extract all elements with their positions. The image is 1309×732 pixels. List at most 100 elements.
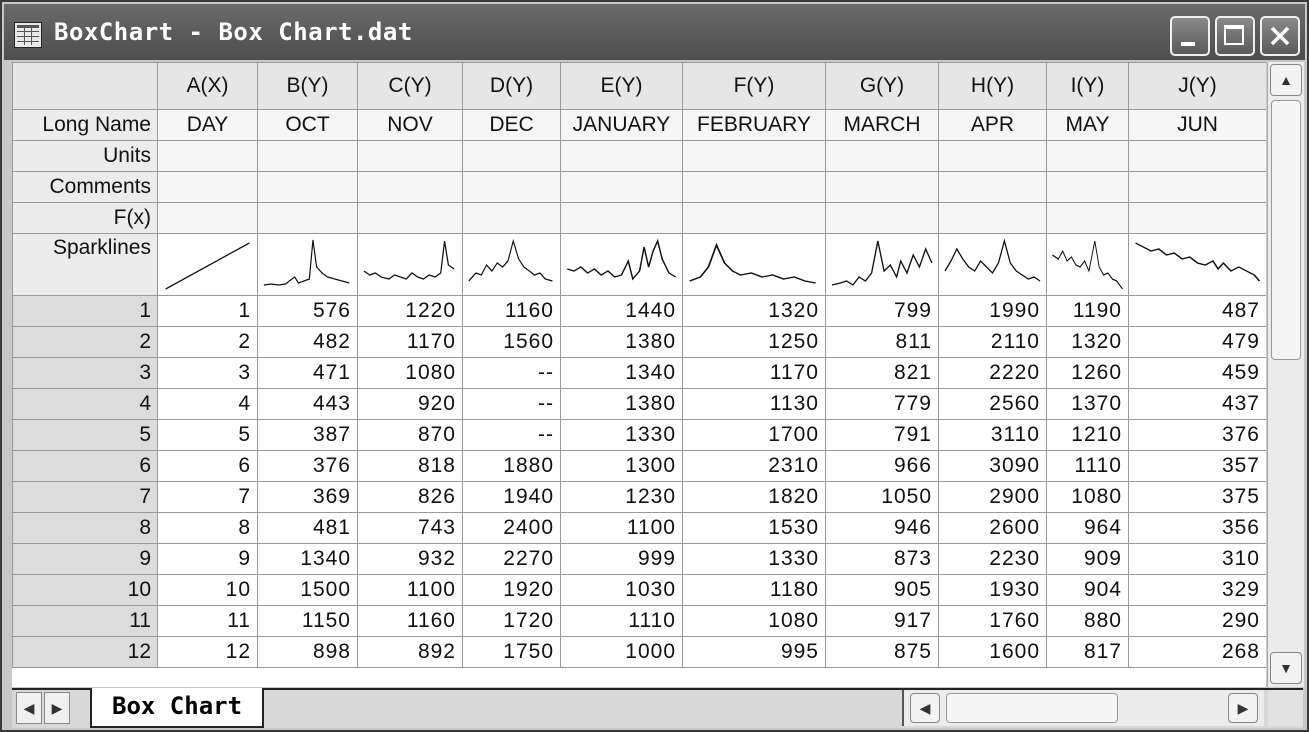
table-cell[interactable]: 2110	[938, 326, 1047, 358]
table-cell[interactable]: 2	[157, 326, 258, 358]
table-cell[interactable]: 904	[1046, 574, 1129, 606]
table-cell[interactable]: 1170	[682, 357, 826, 389]
units-cell[interactable]	[825, 140, 939, 172]
table-cell[interactable]: 1340	[560, 357, 683, 389]
row-header[interactable]: 8	[12, 512, 158, 544]
column-header[interactable]: A(X)	[157, 62, 258, 110]
table-cell[interactable]: 329	[1128, 574, 1266, 606]
table-cell[interactable]: 1370	[1046, 388, 1129, 420]
table-cell[interactable]: 946	[825, 512, 939, 544]
table-cell[interactable]: 437	[1128, 388, 1266, 420]
table-cell[interactable]: 1110	[1046, 450, 1129, 482]
table-cell[interactable]: 1210	[1046, 419, 1129, 451]
table-cell[interactable]: 11	[157, 605, 258, 637]
fx-cell[interactable]	[560, 202, 683, 234]
table-cell[interactable]: 1820	[682, 481, 826, 513]
table-cell[interactable]: 10	[157, 574, 258, 606]
column-header[interactable]: E(Y)	[560, 62, 683, 110]
column-header[interactable]: B(Y)	[257, 62, 358, 110]
table-cell[interactable]: 743	[357, 512, 463, 544]
table-cell[interactable]: 1440	[560, 295, 683, 327]
table-cell[interactable]: 1130	[682, 388, 826, 420]
fx-cell[interactable]	[257, 202, 358, 234]
scroll-left-button[interactable]: ◀	[910, 693, 940, 723]
table-cell[interactable]: 1600	[938, 636, 1047, 668]
table-cell[interactable]: 1940	[462, 481, 561, 513]
comments-cell[interactable]	[560, 171, 683, 203]
table-cell[interactable]: 1760	[938, 605, 1047, 637]
fx-label[interactable]: F(x)	[12, 202, 158, 234]
table-cell[interactable]: 1170	[357, 326, 463, 358]
comments-cell[interactable]	[257, 171, 358, 203]
table-cell[interactable]: 818	[357, 450, 463, 482]
table-cell[interactable]: 356	[1128, 512, 1266, 544]
fx-cell[interactable]	[357, 202, 463, 234]
table-cell[interactable]: 875	[825, 636, 939, 668]
sparkline-cell[interactable]	[157, 233, 258, 296]
table-cell[interactable]: 443	[257, 388, 358, 420]
long-name-cell[interactable]: DAY	[157, 109, 258, 141]
table-cell[interactable]: 920	[357, 388, 463, 420]
table-cell[interactable]: 1190	[1046, 295, 1129, 327]
table-cell[interactable]: 1220	[357, 295, 463, 327]
table-cell[interactable]: 1250	[682, 326, 826, 358]
horizontal-scroll-thumb[interactable]	[946, 693, 1118, 723]
table-cell[interactable]: 2220	[938, 357, 1047, 389]
sparklines-label[interactable]: Sparklines	[12, 233, 158, 296]
table-cell[interactable]: 905	[825, 574, 939, 606]
table-cell[interactable]: 1990	[938, 295, 1047, 327]
column-header[interactable]: H(Y)	[938, 62, 1047, 110]
fx-cell[interactable]	[462, 202, 561, 234]
sparkline-cell[interactable]	[560, 233, 683, 296]
column-header[interactable]: J(Y)	[1128, 62, 1266, 110]
column-header[interactable]: I(Y)	[1046, 62, 1129, 110]
table-cell[interactable]: 1750	[462, 636, 561, 668]
table-cell[interactable]: 2400	[462, 512, 561, 544]
long-name-cell[interactable]: JANUARY	[560, 109, 683, 141]
table-cell[interactable]: 873	[825, 543, 939, 575]
table-cell[interactable]: 2560	[938, 388, 1047, 420]
sparkline-cell[interactable]	[257, 233, 358, 296]
column-header[interactable]: F(Y)	[682, 62, 826, 110]
table-cell[interactable]: 1080	[682, 605, 826, 637]
table-cell[interactable]: 1930	[938, 574, 1047, 606]
table-cell[interactable]: 310	[1128, 543, 1266, 575]
table-cell[interactable]: 1110	[560, 605, 683, 637]
table-cell[interactable]: 811	[825, 326, 939, 358]
sparkline-cell[interactable]	[938, 233, 1047, 296]
long-name-cell[interactable]: FEBRUARY	[682, 109, 826, 141]
table-cell[interactable]: 1300	[560, 450, 683, 482]
table-cell[interactable]: --	[462, 388, 561, 420]
row-header[interactable]: 9	[12, 543, 158, 575]
fx-cell[interactable]	[682, 202, 826, 234]
table-cell[interactable]: 376	[257, 450, 358, 482]
comments-cell[interactable]	[825, 171, 939, 203]
table-cell[interactable]: 1330	[682, 543, 826, 575]
row-header[interactable]: 1	[12, 295, 158, 327]
table-cell[interactable]: 5	[157, 419, 258, 451]
units-cell[interactable]	[157, 140, 258, 172]
table-cell[interactable]: 471	[257, 357, 358, 389]
worksheet-icon[interactable]	[14, 22, 42, 48]
table-cell[interactable]: 1380	[560, 326, 683, 358]
prev-sheet-button[interactable]: ◀	[16, 692, 42, 724]
long-name-cell[interactable]: DEC	[462, 109, 561, 141]
long-name-cell[interactable]: OCT	[257, 109, 358, 141]
row-header[interactable]: 2	[12, 326, 158, 358]
row-header[interactable]: 4	[12, 388, 158, 420]
sparkline-cell[interactable]	[682, 233, 826, 296]
table-cell[interactable]: 6	[157, 450, 258, 482]
table-cell[interactable]: 966	[825, 450, 939, 482]
scroll-up-button[interactable]: ▲	[1270, 64, 1302, 96]
minimize-button[interactable]	[1170, 16, 1210, 56]
units-cell[interactable]	[257, 140, 358, 172]
long-name-cell[interactable]: MARCH	[825, 109, 939, 141]
long-name-label[interactable]: Long Name	[12, 109, 158, 141]
table-cell[interactable]: 1500	[257, 574, 358, 606]
row-header[interactable]: 6	[12, 450, 158, 482]
table-cell[interactable]: 1080	[1046, 481, 1129, 513]
table-cell[interactable]: 2270	[462, 543, 561, 575]
comments-cell[interactable]	[1046, 171, 1129, 203]
horizontal-scrollbar[interactable]: ◀ ▶	[902, 690, 1264, 726]
comments-cell[interactable]	[1128, 171, 1266, 203]
